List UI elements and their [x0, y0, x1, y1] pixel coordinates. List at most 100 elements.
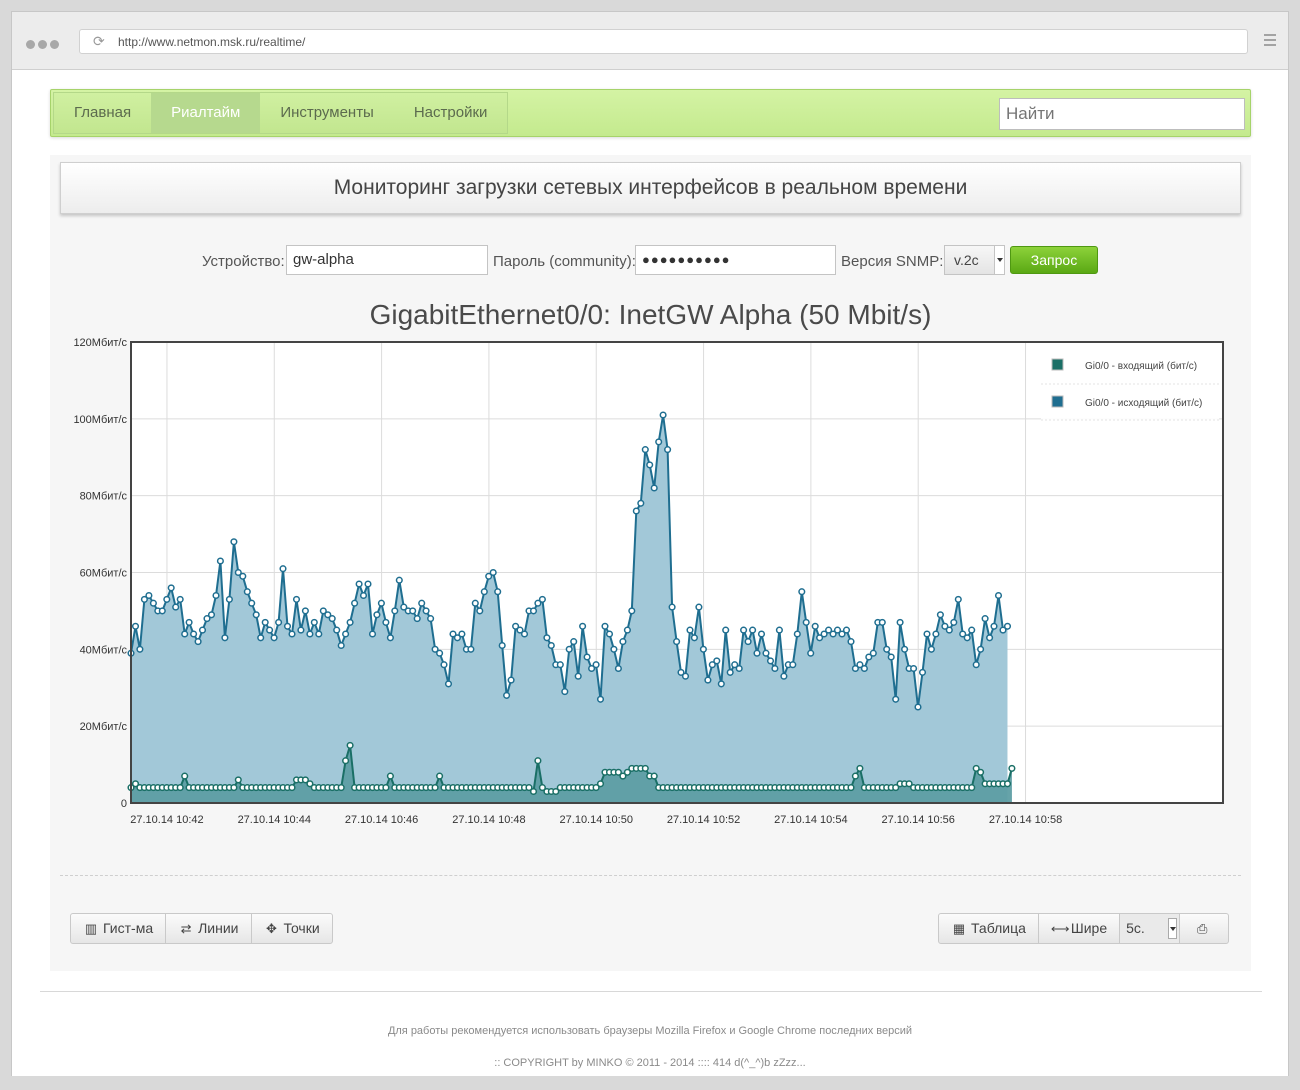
lines-label: Линии: [198, 920, 239, 936]
data-point: [945, 626, 953, 634]
data-point: [780, 672, 788, 680]
search-input[interactable]: [999, 98, 1245, 130]
nav-item-realtime[interactable]: Риалтайм: [151, 93, 261, 133]
window-dot-icon[interactable]: [50, 40, 59, 49]
data-point: [310, 618, 318, 626]
chart-title: GigabitEthernet0/0: InetGW Alpha (50 Mbi…: [369, 299, 932, 330]
data-point: [950, 618, 958, 626]
data-point: [480, 588, 488, 596]
chevron-down-icon: [1168, 918, 1178, 939]
data-point: [963, 634, 971, 642]
data-point: [802, 618, 810, 626]
data-point: [543, 634, 551, 642]
data-point: [234, 776, 242, 784]
data-point: [753, 649, 761, 657]
data-point: [637, 499, 645, 507]
interval-value: 5с.: [1126, 920, 1145, 936]
data-point: [757, 630, 766, 638]
data-point: [494, 588, 502, 596]
data-point: [288, 630, 296, 638]
data-point: [176, 595, 184, 603]
table-button[interactable]: ▦ Таблица: [939, 914, 1039, 943]
data-point: [288, 784, 296, 792]
data-point: [395, 576, 403, 584]
window-dot-icon[interactable]: [26, 40, 35, 49]
y-tick-label: 80Мбит/с: [80, 491, 128, 503]
data-point: [596, 695, 605, 703]
data-point: [136, 645, 144, 653]
data-point: [145, 591, 153, 600]
data-point: [471, 599, 479, 607]
data-point: [896, 618, 904, 626]
data-point: [391, 607, 399, 615]
data-point: [735, 664, 743, 673]
data-point: [650, 484, 658, 492]
histogram-label: Гист-ма: [103, 920, 154, 936]
reload-icon[interactable]: ⟳: [93, 34, 107, 48]
data-point: [847, 784, 855, 792]
page: Главная Риалтайм Инструменты Настройки М…: [12, 71, 1288, 1076]
browser-toolbar: ⟳ http://www.netmon.msk.ru/realtime/: [12, 12, 1288, 70]
window-dot-icon[interactable]: [38, 40, 47, 49]
data-point: [807, 649, 815, 657]
data-point: [883, 645, 891, 653]
table-icon: ▦: [952, 921, 966, 936]
interval-select[interactable]: 5с.: [1120, 914, 1181, 943]
save-button[interactable]: ⎙: [1180, 914, 1228, 943]
data-point: [766, 657, 775, 665]
y-tick-label: 100Мбит/с: [73, 414, 127, 426]
bar-chart-icon: ▥: [84, 921, 98, 936]
data-point: [252, 611, 260, 619]
data-point: [842, 626, 851, 634]
y-tick-label: 0: [121, 798, 127, 810]
data-point: [333, 626, 341, 634]
address-bar[interactable]: ⟳ http://www.netmon.msk.ru/realtime/: [79, 29, 1248, 54]
query-button[interactable]: Запрос: [1010, 246, 1098, 274]
data-point: [914, 703, 922, 711]
crosshair-icon: ✥: [266, 921, 277, 936]
data-point: [851, 772, 859, 780]
legend-label: Gi0/0 - исходящий (бит/с): [1085, 397, 1202, 409]
data-point: [529, 607, 538, 615]
data-point: [225, 595, 233, 603]
nav-item-home[interactable]: Главная: [54, 93, 151, 133]
x-tick-label: 27.10.14 10:58: [989, 814, 1062, 826]
data-point: [918, 668, 927, 676]
data-point: [936, 611, 944, 619]
x-tick-label: 27.10.14 10:50: [560, 814, 633, 826]
data-point: [149, 599, 157, 607]
x-tick-label: 27.10.14 10:44: [238, 814, 311, 826]
data-point: [668, 603, 676, 611]
data-point: [167, 584, 175, 592]
data-point: [373, 611, 381, 619]
points-button[interactable]: ✥ Точки: [252, 914, 332, 943]
data-point: [212, 591, 220, 600]
data-point: [297, 626, 305, 634]
data-point: [596, 780, 605, 788]
data-point: [409, 607, 417, 615]
nav-item-tools[interactable]: Инструменты: [260, 93, 394, 133]
hamburger-menu-icon[interactable]: [1264, 34, 1276, 49]
data-point: [377, 599, 385, 607]
x-tick-label: 27.10.14 10:48: [452, 814, 525, 826]
wider-button[interactable]: ⟷Шире: [1039, 914, 1121, 943]
nav-item-settings[interactable]: Настройки: [394, 93, 508, 133]
data-point: [337, 641, 345, 650]
histogram-button[interactable]: ▥ Гист-ма: [71, 914, 167, 943]
data-point: [605, 630, 614, 638]
data-point: [538, 595, 546, 603]
lines-button[interactable]: ⇄ Линии: [166, 914, 252, 943]
password-input[interactable]: ●●●●●●●●●●: [635, 245, 836, 275]
data-point: [690, 634, 698, 642]
data-point: [275, 618, 283, 626]
data-point: [444, 680, 453, 688]
data-point: [239, 572, 247, 580]
snmp-version-select[interactable]: v.2c: [944, 245, 1005, 275]
device-input[interactable]: gw-alpha: [286, 245, 488, 275]
data-point: [261, 618, 269, 626]
data-point: [847, 638, 855, 646]
data-point: [994, 591, 1003, 600]
save-icon: ⎙: [1196, 921, 1208, 936]
data-point: [292, 595, 301, 603]
data-point: [686, 626, 694, 634]
